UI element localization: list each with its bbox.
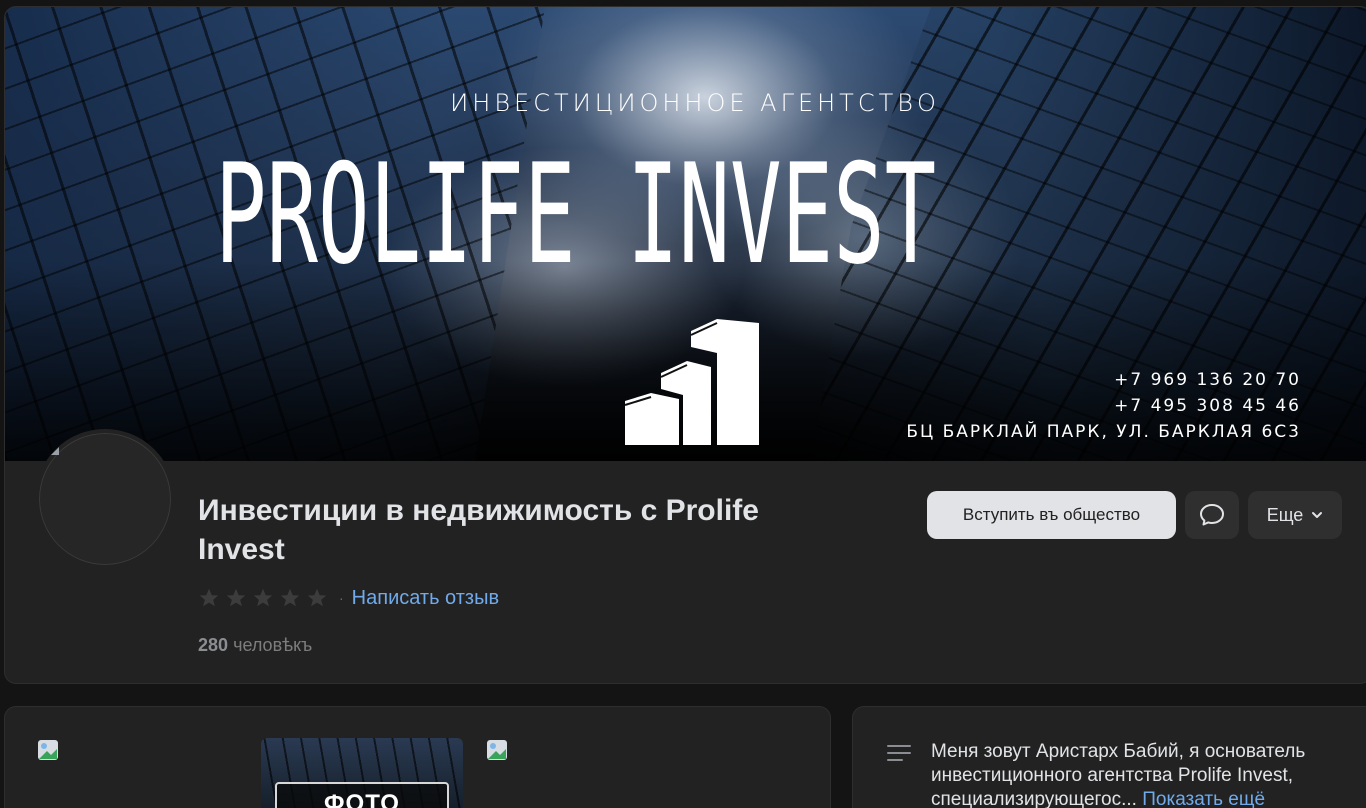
show-more-link[interactable]: Показать ещё — [1142, 789, 1265, 808]
broken-image-icon — [51, 447, 59, 455]
members-count[interactable]: 280 человѣкъ — [198, 635, 312, 656]
star-icon[interactable] — [279, 587, 301, 609]
page: ИНВЕСТИЦИОННОЕ АГЕНТСТВО PROLIFE INVEST … — [0, 0, 1366, 808]
broken-image-icon — [487, 740, 507, 760]
rating: · Написать отзыв — [198, 583, 499, 613]
cover-contacts: +7 969 136 20 70 +7 495 308 45 46 БЦ БАР… — [906, 367, 1301, 445]
chevron-down-icon — [1312, 512, 1323, 518]
cover-title: PROLIFE INVEST — [215, 134, 937, 295]
about-card: Меня зовут Аристарх Бабий, я основатель … — [852, 706, 1366, 808]
more-button[interactable]: Еще — [1248, 491, 1342, 539]
write-review-link[interactable]: Написать отзыв — [352, 587, 499, 610]
cover-address: БЦ БАРКЛАЙ ПАРК, УЛ. БАРКЛАЯ 6С3 — [906, 422, 1301, 442]
media-card: ФОТО — [4, 706, 831, 808]
photo-album-thumbnail[interactable]: ФОТО — [261, 738, 463, 808]
cover-phone-2: +7 495 308 45 46 — [1114, 396, 1301, 416]
more-label: Еще — [1266, 504, 1304, 525]
broken-image-icon — [38, 740, 58, 760]
group-header-card: ИНВЕСТИЦИОННОЕ АГЕНТСТВО PROLIFE INVEST … — [4, 6, 1366, 684]
cover-phone-1: +7 969 136 20 70 — [1114, 370, 1301, 390]
star-icon[interactable] — [198, 587, 220, 609]
group-title: Инвестиции в недвижимость с Prolife Inve… — [198, 494, 759, 566]
rating-separator: · — [339, 590, 344, 606]
message-bubble-icon — [1200, 504, 1224, 526]
photo-album-label: ФОТО — [275, 782, 449, 808]
join-button[interactable]: Вступить въ общество — [927, 491, 1176, 539]
star-icon[interactable] — [252, 587, 274, 609]
cover-subtitle: ИНВЕСТИЦИОННОЕ АГЕНТСТВО — [450, 89, 940, 117]
building-chart-logo — [624, 319, 759, 445]
star-icon[interactable] — [306, 587, 328, 609]
star-icon[interactable] — [225, 587, 247, 609]
members-label: человѣкъ — [233, 635, 313, 655]
text-lines-icon — [887, 745, 911, 761]
about-text: Меня зовут Аристарх Бабий, я основатель … — [931, 740, 1351, 808]
members-number: 280 — [198, 635, 229, 655]
cover-image: ИНВЕСТИЦИОННОЕ АГЕНТСТВО PROLIFE INVEST … — [5, 7, 1366, 461]
message-button[interactable] — [1185, 491, 1239, 539]
